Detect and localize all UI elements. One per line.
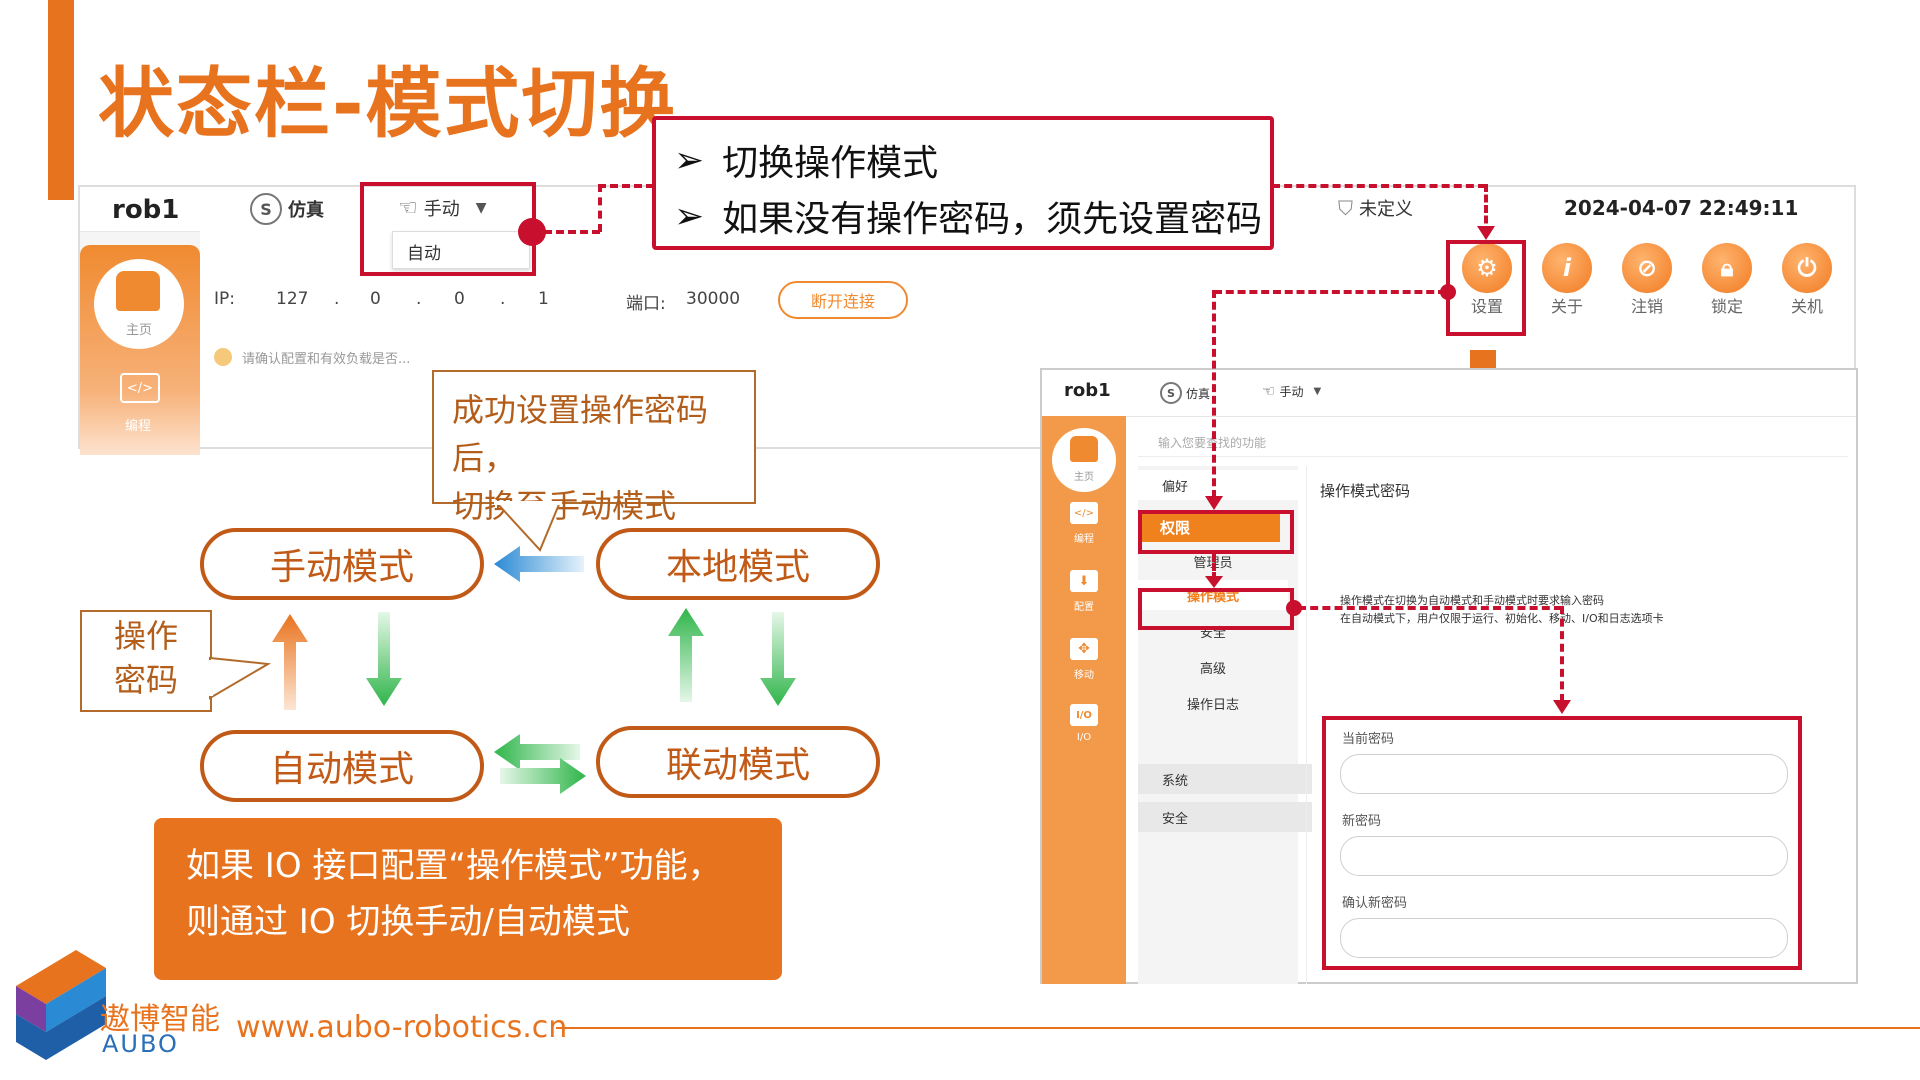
arrow-linked-to-local — [668, 608, 704, 702]
auto-mode-node: 自动模式 — [200, 730, 484, 802]
arrow-linked-to-auto — [494, 734, 580, 770]
panel-home-button[interactable]: 主页 — [1052, 428, 1116, 492]
lock-icon: 🔒︎ — [1702, 243, 1752, 293]
sim-toggle[interactable]: S 仿真 — [250, 193, 324, 225]
connector-line — [1214, 290, 1446, 294]
move-icon[interactable]: ✥ — [1070, 638, 1098, 660]
connector-line — [1298, 606, 1562, 610]
arrow-auto-to-linked — [500, 758, 586, 794]
arrow-down-icon — [1477, 226, 1495, 240]
arrow-local-to-linked — [760, 612, 796, 706]
home-button[interactable]: 主页 — [94, 259, 184, 349]
panel-robot-name: rob1 — [1064, 380, 1111, 401]
connector-line — [598, 184, 602, 232]
manual-mode-node: 手动模式 — [200, 528, 484, 600]
arrow-down-icon — [1205, 496, 1223, 510]
connector-line — [1560, 606, 1564, 702]
logout-icon: ⊘ — [1622, 243, 1672, 293]
bullet-arrow-icon: ➢ — [674, 195, 705, 237]
speech-pointer — [493, 501, 562, 552]
ip-part-2: 0 — [370, 289, 381, 309]
arrow-manual-to-auto — [366, 612, 402, 706]
ip-part-4: 1 — [538, 289, 549, 309]
content-title: 操作模式密码 — [1320, 482, 1411, 500]
arrow-down-icon — [1553, 700, 1571, 714]
desc-line: 在自动模式下，用户仅限于运行、初始化、移动、I/O和日志选项卡 — [1340, 612, 1664, 625]
sim-label: 仿真 — [288, 200, 324, 221]
home-icon — [116, 271, 160, 311]
power-icon: ⏻ — [1782, 243, 1832, 293]
port-value: 30000 — [686, 289, 741, 309]
callout-bullet: 切换操作模式 — [722, 143, 939, 184]
toolbar-lock[interactable]: 🔒︎ 锁定 — [1692, 243, 1762, 317]
linked-mode-node: 联动模式 — [596, 726, 880, 798]
menu-item-security[interactable]: 安全 — [1138, 802, 1312, 832]
home-icon — [1070, 436, 1098, 462]
password-fields-highlight-box — [1322, 716, 1802, 970]
code-icon[interactable]: </> — [120, 373, 160, 403]
datetime: 2024-04-07 22:49:11 — [1564, 196, 1799, 220]
ip-dot-2: . — [416, 289, 422, 309]
menu-item-advanced[interactable]: 高级 — [1138, 652, 1288, 682]
toolbar-shutdown[interactable]: ⏻ 关机 — [1772, 243, 1842, 317]
panel-search-input[interactable]: 输入您要查找的功能 — [1138, 426, 1848, 457]
hand-icon: ☜ — [1262, 382, 1276, 400]
ip-dot-3: . — [500, 289, 506, 309]
connector-line — [1212, 290, 1216, 498]
mode-switch-callout: ➢ 切换操作模式 ➢ 如果没有操作密码，须先设置密码 — [652, 116, 1274, 250]
io-icon[interactable]: I/O — [1070, 704, 1098, 726]
connector-line — [598, 184, 654, 188]
code-icon[interactable]: </> — [1070, 502, 1098, 524]
download-icon[interactable]: ⬇ — [1070, 570, 1098, 592]
shield-icon: ⛉ — [1338, 196, 1353, 220]
permissions-highlight-box — [1138, 510, 1294, 554]
connector-line — [1272, 184, 1486, 188]
chevron-down-icon: ▼ — [1313, 385, 1322, 397]
robot-name: rob1 — [112, 195, 180, 225]
info-icon — [214, 348, 232, 366]
ip-dot-1: . — [334, 289, 340, 309]
speech-note: 成功设置操作密码后， 切换至手动模式 — [432, 370, 756, 525]
slide-title: 状态栏-模式切换 — [98, 59, 678, 148]
callout-bullet: 如果没有操作密码，须先设置密码 — [722, 199, 1263, 240]
ip-label: IP: — [214, 289, 235, 309]
arrow-down-icon — [1205, 576, 1223, 588]
arrow-password-up — [272, 614, 308, 710]
menu-item-preferences[interactable]: 偏好 — [1138, 470, 1312, 500]
footer-divider — [556, 1027, 1920, 1029]
disconnect-button[interactable]: 断开连接 — [778, 281, 908, 319]
menu-item-system[interactable]: 系统 — [1138, 764, 1312, 794]
panel-sim-toggle[interactable]: S 仿真 — [1160, 382, 1210, 404]
sim-icon: S — [250, 193, 282, 225]
bullet-arrow-icon: ➢ — [674, 139, 705, 181]
settings-highlight-box — [1446, 240, 1526, 336]
port-label: 端口: — [626, 294, 666, 314]
password-pointer — [209, 656, 272, 700]
password-note: 操作 密码 — [80, 610, 212, 712]
menu-item-operation-log[interactable]: 操作日志 — [1138, 688, 1288, 718]
brand-en: AUBO — [102, 1030, 179, 1058]
sim-icon: S — [1160, 382, 1182, 404]
operation-mode-highlight-box — [1138, 588, 1294, 630]
safety-status: ⛉ 未定义 — [1338, 196, 1413, 220]
ip-part-3: 0 — [454, 289, 465, 309]
toolbar-about[interactable]: i 关于 — [1532, 243, 1602, 317]
title-accent-bar — [48, 0, 74, 200]
connector-dot — [518, 218, 546, 246]
connector-line — [544, 230, 600, 234]
mode-highlight-box — [360, 182, 536, 276]
info-icon: i — [1542, 243, 1592, 293]
footer-url[interactable]: www.aubo-robotics.cn — [236, 1010, 567, 1045]
local-mode-node: 本地模式 — [596, 528, 880, 600]
io-note-box: 如果 IO 接口配置“操作模式”功能， 则通过 IO 切换手动/自动模式 — [154, 818, 782, 980]
toolbar-logout[interactable]: ⊘ 注销 — [1612, 243, 1682, 317]
ip-part-1: 127 — [276, 289, 309, 309]
panel-mode-selector[interactable]: ☜ 手动 ▼ — [1262, 382, 1321, 400]
